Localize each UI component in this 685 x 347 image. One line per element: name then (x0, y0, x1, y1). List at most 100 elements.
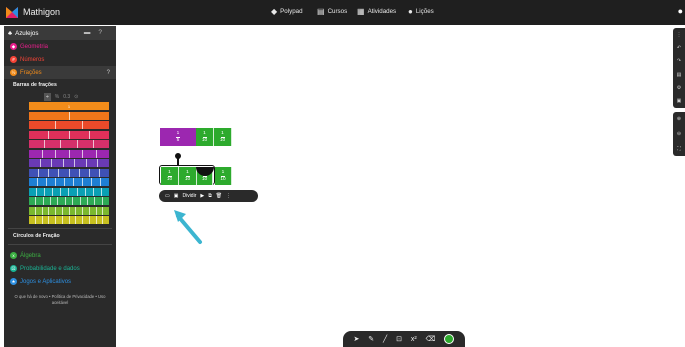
fraction-tile-fifth[interactable]: 15 (160, 128, 196, 146)
fraction-bar-segment[interactable] (69, 168, 80, 177)
mathigon-logo[interactable] (6, 7, 18, 18)
fraction-bar-segment[interactable] (93, 140, 110, 148)
nav-activities[interactable]: ▦ Atividades (357, 7, 396, 16)
fraction-tile-tenth[interactable]: 110 (179, 167, 197, 185)
fraction-bar-segment[interactable] (77, 140, 94, 148)
fraction-bar-segment[interactable] (95, 197, 103, 205)
fraction-bar-segment[interactable] (99, 168, 109, 177)
fraction-bar-segment[interactable] (61, 187, 70, 196)
fraction-bar-segment[interactable] (65, 178, 74, 186)
fraction-bar-row[interactable] (29, 178, 109, 186)
user-icon[interactable]: ● (678, 6, 683, 16)
fraction-bar-segment[interactable] (49, 206, 56, 215)
fraction-bar-segment[interactable] (75, 159, 87, 167)
eraser-icon[interactable]: ⌫ (426, 335, 436, 343)
fraction-tile-tenth[interactable]: 110 (161, 167, 179, 185)
fraction-bar-segment[interactable] (73, 197, 81, 205)
fraction-bar-segment[interactable] (101, 178, 109, 186)
fraction-bar-row[interactable] (29, 168, 109, 177)
color-picker[interactable] (444, 334, 455, 344)
fraction-bar-segment[interactable] (45, 140, 62, 148)
decimal-mode-toggle[interactable]: 0.3 (63, 94, 70, 100)
fraction-bar-segment[interactable] (52, 159, 64, 167)
fraction-bar-segment[interactable] (83, 178, 92, 186)
fraction-bar-row[interactable] (29, 140, 110, 148)
fraction-bar-segment[interactable] (83, 121, 109, 129)
fraction-bar-segment[interactable] (29, 130, 50, 139)
nav-lessons[interactable]: ● Lições (408, 7, 434, 16)
fraction-bar-segment[interactable] (89, 216, 97, 224)
fraction-bar-segment[interactable] (49, 168, 60, 177)
fraction-bar-row[interactable] (29, 197, 109, 205)
fraction-bar-segment[interactable] (42, 149, 56, 158)
fraction-bar-segment[interactable] (56, 121, 83, 129)
fit-screen-icon[interactable]: ⛶ (677, 146, 681, 152)
fraction-tile-tenth[interactable]: 110 (196, 128, 214, 146)
fraction-bar-segment[interactable] (80, 197, 88, 205)
text-box-icon[interactable]: ⊡ (396, 335, 402, 343)
fraction-bar-segment[interactable] (38, 178, 47, 186)
fraction-bar-segment[interactable] (62, 206, 70, 215)
fraction-bar-segment[interactable] (61, 140, 78, 148)
fraction-bar-row[interactable] (29, 216, 109, 224)
brand-name[interactable]: Mathigon (23, 7, 60, 17)
fraction-bar-segment[interactable] (79, 168, 90, 177)
fraction-bar-segment[interactable] (29, 149, 43, 158)
category-numbers[interactable]: # Números (4, 53, 116, 66)
fraction-bar-segment[interactable] (69, 187, 78, 196)
category-algebra[interactable]: x Álgebra (4, 249, 116, 262)
fraction-tile-tenth[interactable]: 110 (214, 128, 232, 146)
category-geometry[interactable]: ◆ Geometria (4, 40, 116, 53)
fraction-bar-segment[interactable] (69, 149, 83, 158)
fraction-bar-segment[interactable] (29, 159, 41, 167)
more-options-icon[interactable]: ⋮ (226, 193, 231, 199)
fraction-bar-segment[interactable] (87, 197, 96, 205)
fraction-bar-segment[interactable] (96, 216, 104, 224)
select-arrow-icon[interactable]: ➤ (353, 335, 359, 343)
fraction-bar-segment[interactable] (29, 140, 46, 148)
fraction-bar-segment[interactable] (86, 159, 99, 167)
fraction-bar-segment[interactable] (101, 187, 109, 196)
settings-icon[interactable]: ⚙ (677, 85, 681, 91)
fraction-bar-segment[interactable] (56, 206, 63, 215)
fraction-bar-segment[interactable] (63, 159, 76, 167)
fraction-bar-segment[interactable] (89, 206, 97, 215)
category-fractions[interactable]: ½ Frações ? (4, 66, 116, 79)
fraction-bar-segment[interactable] (103, 206, 109, 215)
fraction-bar-segment[interactable] (59, 168, 70, 177)
fraction-bar-segment[interactable] (76, 216, 83, 224)
fraction-bar-segment[interactable] (49, 130, 70, 139)
help-icon[interactable]: ? (107, 70, 110, 76)
polypad-canvas[interactable] (116, 25, 673, 347)
fraction-bar-segment[interactable] (47, 178, 56, 186)
fraction-bar-segment[interactable] (35, 216, 43, 224)
fraction-bar-segment[interactable] (56, 216, 63, 224)
fraction-bar-segment[interactable] (29, 206, 36, 215)
fraction-bar-segment[interactable] (43, 197, 52, 205)
fraction-bar-row[interactable] (29, 187, 109, 196)
equation-icon[interactable]: x² (411, 336, 417, 343)
fraction-bar-segment[interactable] (42, 206, 50, 215)
fraction-mode-toggle[interactable]: ÷ (44, 92, 51, 101)
fraction-bar-segment[interactable] (62, 216, 70, 224)
fraction-bar-segment[interactable]: 1 (29, 102, 109, 110)
divide-button[interactable]: Dividir (182, 193, 196, 199)
fraction-bar-segment[interactable] (89, 168, 100, 177)
fraction-bar-segment[interactable] (35, 206, 43, 215)
fraction-bar-segment[interactable] (29, 121, 56, 129)
fraction-bar-segment[interactable] (29, 178, 38, 186)
hide-label-toggle[interactable]: ⊙ (74, 94, 78, 100)
fraction-bar-segment[interactable] (65, 197, 74, 205)
fraction-bar-segment[interactable] (29, 111, 70, 120)
zoom-in-icon[interactable]: ⊕ (677, 116, 681, 122)
fraction-bar-segment[interactable] (96, 149, 109, 158)
line-icon[interactable]: ╱ (383, 335, 387, 343)
fraction-bar-segment[interactable] (85, 187, 94, 196)
fraction-bar-segment[interactable] (40, 159, 53, 167)
pen-icon[interactable]: ✎ (368, 335, 374, 343)
footer-links[interactable]: O que há de novo • Política de Privacida… (4, 294, 116, 306)
fraction-bar-segment[interactable] (69, 216, 77, 224)
fraction-tile-tenth[interactable]: 110 (215, 167, 232, 185)
fraction-bar-segment[interactable] (37, 187, 46, 196)
fraction-bar-segment[interactable] (89, 130, 109, 139)
